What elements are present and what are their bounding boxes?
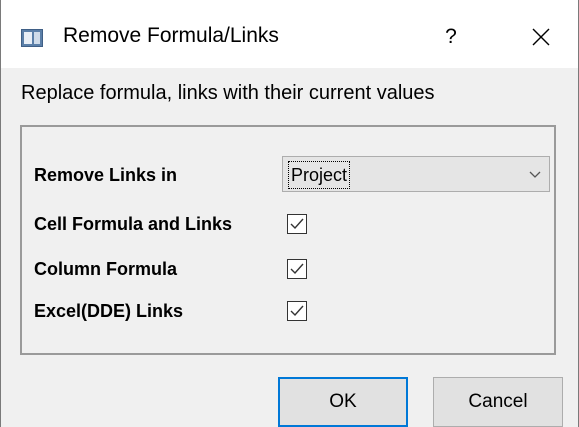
help-button[interactable]: ? [427, 16, 475, 58]
close-icon [532, 28, 550, 46]
checkmark-icon [290, 305, 304, 317]
title-bar: Remove Formula/Links ? [1, 0, 578, 68]
excel-dde-links-label: Excel(DDE) Links [34, 301, 184, 321]
remove-links-select[interactable]: Project [282, 156, 550, 192]
checkmark-icon [290, 263, 304, 275]
dialog-description: Replace formula, links with their curren… [21, 82, 435, 104]
checkmark-icon [290, 218, 304, 230]
dialog-app-icon [21, 29, 43, 47]
ok-button[interactable]: OK [278, 377, 408, 427]
close-button[interactable] [517, 16, 565, 58]
window-title: Remove Formula/Links [63, 24, 279, 47]
excel-dde-links-checkbox[interactable] [287, 301, 307, 321]
cancel-button[interactable]: Cancel [433, 377, 563, 427]
remove-links-label: Remove Links in [34, 165, 178, 185]
cell-formula-links-label: Cell Formula and Links [34, 214, 233, 234]
column-formula-label: Column Formula [34, 259, 177, 279]
column-formula-checkbox[interactable] [287, 259, 307, 279]
remove-links-selected-value: Project [288, 161, 351, 189]
remove-formula-links-dialog: Remove Formula/Links ? Replace formula, … [0, 0, 579, 427]
cell-formula-links-checkbox[interactable] [287, 214, 307, 234]
chevron-down-icon [527, 166, 543, 187]
